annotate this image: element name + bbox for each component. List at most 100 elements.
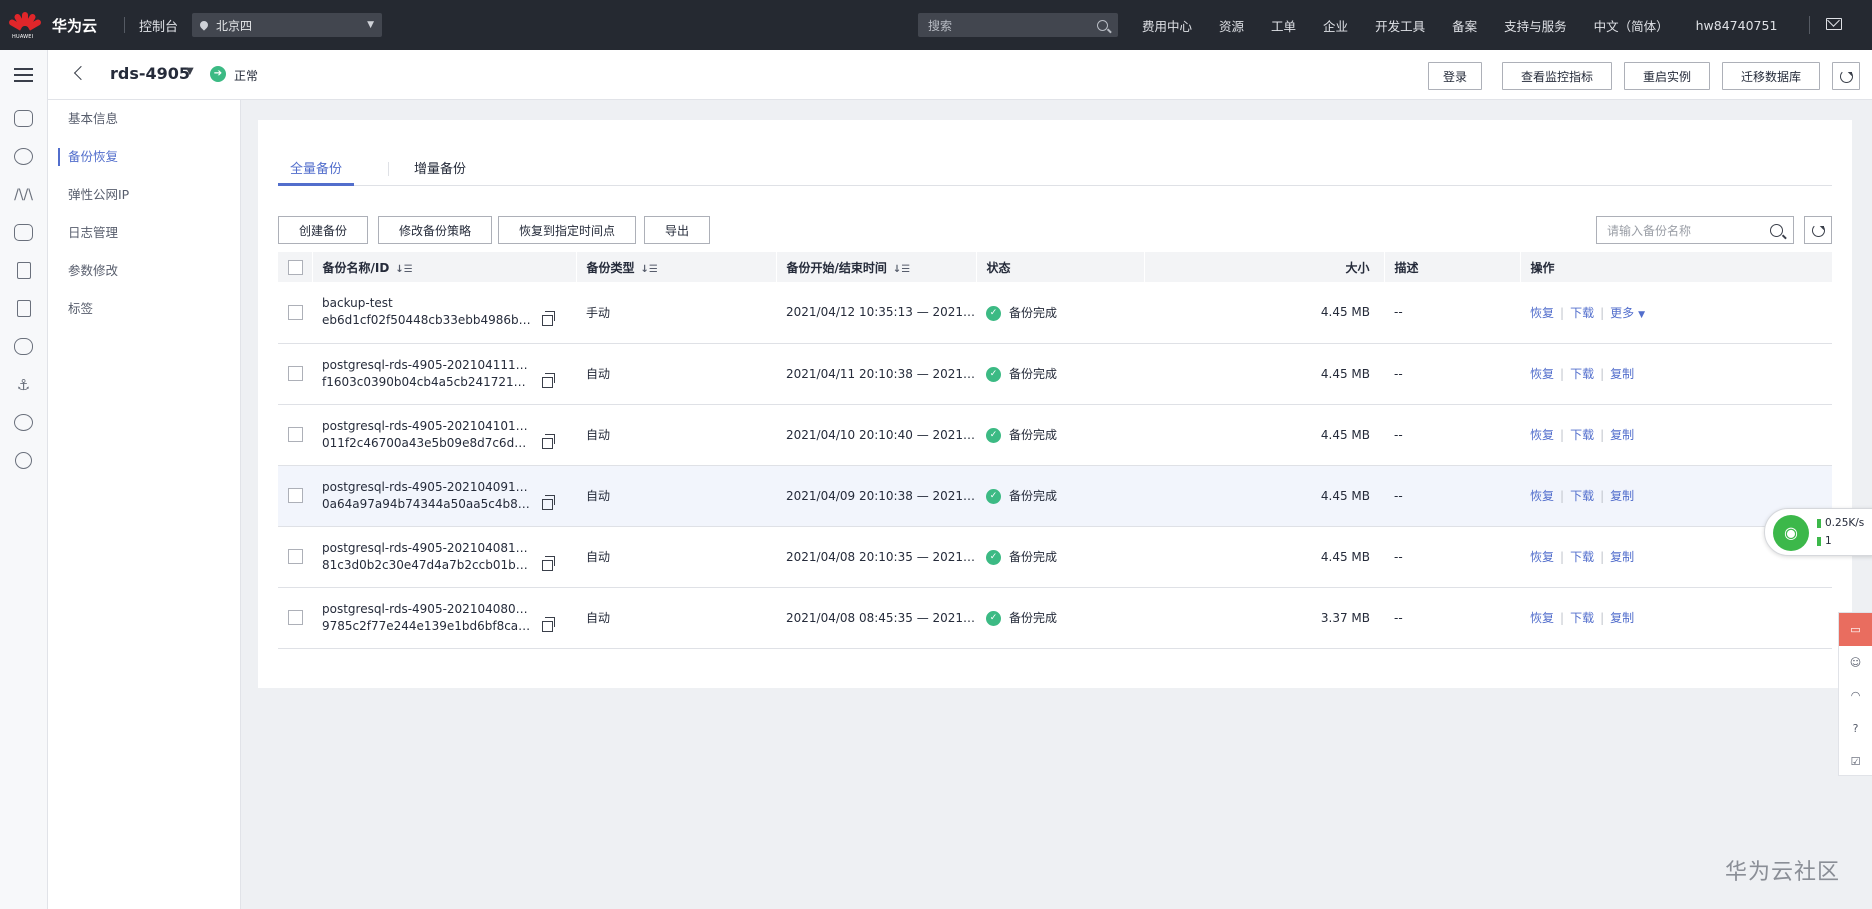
backup-search-input[interactable]: 请输入备份名称 bbox=[1596, 216, 1794, 244]
sort-icon[interactable]: ↓☰ bbox=[893, 264, 910, 275]
nav-username[interactable]: hw84740751 bbox=[1696, 18, 1778, 33]
column-header-type[interactable]: 备份类型 ↓☰ bbox=[576, 252, 777, 282]
login-button[interactable]: 登录 bbox=[1428, 62, 1482, 90]
row-checkbox[interactable] bbox=[288, 549, 303, 564]
nav-language[interactable]: 中文（简体） bbox=[1594, 16, 1669, 35]
help-icon[interactable]: ? bbox=[1839, 712, 1872, 745]
sidebar-item-eip[interactable]: 弹性公网IP bbox=[48, 176, 240, 214]
download-link[interactable]: 下载 bbox=[1570, 611, 1594, 625]
migrate-database-button[interactable]: 迁移数据库 bbox=[1722, 62, 1820, 90]
create-backup-button[interactable]: 创建备份 bbox=[278, 216, 368, 244]
console-link[interactable]: 控制台 bbox=[139, 16, 178, 35]
feedback-icon[interactable]: ▭ bbox=[1839, 613, 1872, 646]
tab-full-backup[interactable]: 全量备份 bbox=[277, 158, 355, 186]
nav-tickets[interactable]: 工单 bbox=[1271, 16, 1296, 35]
region-selector[interactable]: 北京四 ▼ bbox=[192, 13, 383, 37]
huawei-logo[interactable]: HUAWEI 华为云 bbox=[7, 12, 104, 40]
search-icon[interactable] bbox=[1097, 19, 1108, 31]
copy-icon[interactable] bbox=[542, 433, 555, 449]
nav-resources[interactable]: 资源 bbox=[1219, 16, 1244, 35]
view-metrics-button[interactable]: 查看监控指标 bbox=[1502, 62, 1612, 90]
sidebar-item-logs[interactable]: 日志管理 bbox=[48, 214, 240, 252]
download-link[interactable]: 下载 bbox=[1570, 489, 1594, 503]
mail-icon[interactable] bbox=[1826, 18, 1842, 30]
copy-link[interactable]: 复制 bbox=[1610, 367, 1634, 381]
select-all-checkbox[interactable] bbox=[288, 259, 303, 275]
cloud-service-icon[interactable] bbox=[14, 110, 33, 127]
column-header-name[interactable]: 备份名称/ID ↓☰ bbox=[312, 252, 577, 282]
globe-icon[interactable] bbox=[14, 414, 33, 431]
nav-support[interactable]: 支持与服务 bbox=[1504, 16, 1567, 35]
copy-link[interactable]: 复制 bbox=[1610, 489, 1634, 503]
copy-icon[interactable] bbox=[542, 372, 555, 388]
download-link[interactable]: 下载 bbox=[1570, 428, 1594, 442]
copy-icon[interactable] bbox=[542, 616, 555, 632]
download-link[interactable]: 下载 bbox=[1570, 367, 1594, 381]
restore-to-point-button[interactable]: 恢复到指定时间点 bbox=[498, 216, 636, 244]
back-arrow-icon[interactable] bbox=[73, 65, 89, 81]
smile-icon[interactable]: ☺ bbox=[1839, 646, 1872, 679]
backup-name-cell: postgresql-rds-4905-202104111210... f1603… bbox=[312, 343, 576, 405]
service-icon[interactable] bbox=[15, 452, 32, 469]
more-dropdown[interactable]: 更多 bbox=[1610, 306, 1634, 320]
download-link[interactable]: 下载 bbox=[1570, 550, 1594, 564]
caret-down-icon[interactable]: ▼ bbox=[1638, 310, 1645, 320]
restore-link[interactable]: 恢复 bbox=[1530, 428, 1554, 442]
download-link[interactable]: 下载 bbox=[1570, 306, 1594, 320]
restore-link[interactable]: 恢复 bbox=[1530, 367, 1554, 381]
table-row[interactable]: postgresql-rds-4905-202104081210... 81c3d… bbox=[278, 526, 1832, 588]
cluster-icon[interactable] bbox=[14, 148, 33, 165]
global-search-input[interactable]: 搜索 bbox=[918, 13, 1118, 37]
network-monitor-widget[interactable]: ◉ 0.25K/s 1 bbox=[1764, 508, 1872, 556]
restore-link[interactable]: 恢复 bbox=[1530, 550, 1554, 564]
table-row[interactable]: postgresql-rds-4905-202104101210... 011f2… bbox=[278, 404, 1832, 466]
checklist-icon[interactable]: ☑ bbox=[1839, 745, 1872, 778]
tab-incremental-backup[interactable]: 增量备份 bbox=[414, 158, 466, 177]
row-checkbox[interactable] bbox=[288, 366, 303, 381]
headset-icon[interactable]: ◠ bbox=[1839, 679, 1872, 712]
network-icon[interactable]: /\/\ bbox=[14, 186, 33, 203]
copy-link[interactable]: 复制 bbox=[1610, 428, 1634, 442]
table-row[interactable]: postgresql-rds-4905-202104091210... 0a64a… bbox=[278, 465, 1832, 527]
row-checkbox[interactable] bbox=[288, 427, 303, 442]
copy-icon[interactable] bbox=[542, 494, 555, 510]
row-checkbox[interactable] bbox=[288, 488, 303, 503]
anchor-icon[interactable]: ⚓ bbox=[14, 376, 33, 394]
restore-link[interactable]: 恢复 bbox=[1530, 611, 1554, 625]
menu-icon[interactable] bbox=[14, 68, 33, 82]
table-row[interactable]: postgresql-rds-4905-202104111210... f1603… bbox=[278, 343, 1832, 405]
nav-billing[interactable]: 费用中心 bbox=[1142, 16, 1192, 35]
document-icon[interactable] bbox=[17, 300, 31, 317]
search-icon[interactable] bbox=[1770, 223, 1783, 237]
export-button[interactable]: 导出 bbox=[644, 216, 710, 244]
database-cloud-icon[interactable] bbox=[14, 224, 33, 241]
backup-operations: 恢复 | 下载 | 复制 bbox=[1520, 343, 1832, 405]
sidebar-item-basic-info[interactable]: 基本信息 bbox=[48, 100, 240, 138]
nav-dev-tools[interactable]: 开发工具 bbox=[1375, 16, 1425, 35]
table-row[interactable]: backup-test eb6d1cf02f50448cb33ebb4986bd0… bbox=[278, 282, 1832, 344]
cloud-icon[interactable] bbox=[14, 338, 33, 355]
copy-link[interactable]: 复制 bbox=[1610, 550, 1634, 564]
sort-icon[interactable]: ↓☰ bbox=[641, 264, 658, 275]
row-checkbox[interactable] bbox=[288, 304, 303, 320]
row-checkbox[interactable] bbox=[288, 610, 303, 625]
modify-backup-policy-button[interactable]: 修改备份策略 bbox=[378, 216, 492, 244]
instance-switch-caret-icon[interactable]: ▼ bbox=[186, 66, 194, 77]
storage-icon[interactable] bbox=[17, 262, 31, 279]
copy-link[interactable]: 复制 bbox=[1610, 611, 1634, 625]
column-header-time[interactable]: 备份开始/结束时间 ↓☰ bbox=[776, 252, 977, 282]
refresh-button[interactable] bbox=[1832, 62, 1860, 90]
sidebar-item-tags[interactable]: 标签 bbox=[48, 290, 240, 328]
restore-link[interactable]: 恢复 bbox=[1530, 306, 1554, 320]
table-row[interactable]: postgresql-rds-4905-202104080045... 9785c… bbox=[278, 587, 1832, 649]
copy-icon[interactable] bbox=[542, 311, 555, 326]
reboot-instance-button[interactable]: 重启实例 bbox=[1624, 62, 1710, 90]
nav-icp[interactable]: 备案 bbox=[1452, 16, 1477, 35]
sidebar-item-parameters[interactable]: 参数修改 bbox=[48, 252, 240, 290]
sidebar-item-backup-restore[interactable]: 备份恢复 bbox=[48, 138, 240, 176]
sort-icon[interactable]: ↓☰ bbox=[395, 264, 412, 275]
restore-link[interactable]: 恢复 bbox=[1530, 489, 1554, 503]
copy-icon[interactable] bbox=[542, 555, 555, 571]
table-refresh-button[interactable] bbox=[1804, 216, 1832, 244]
nav-enterprise[interactable]: 企业 bbox=[1323, 16, 1348, 35]
